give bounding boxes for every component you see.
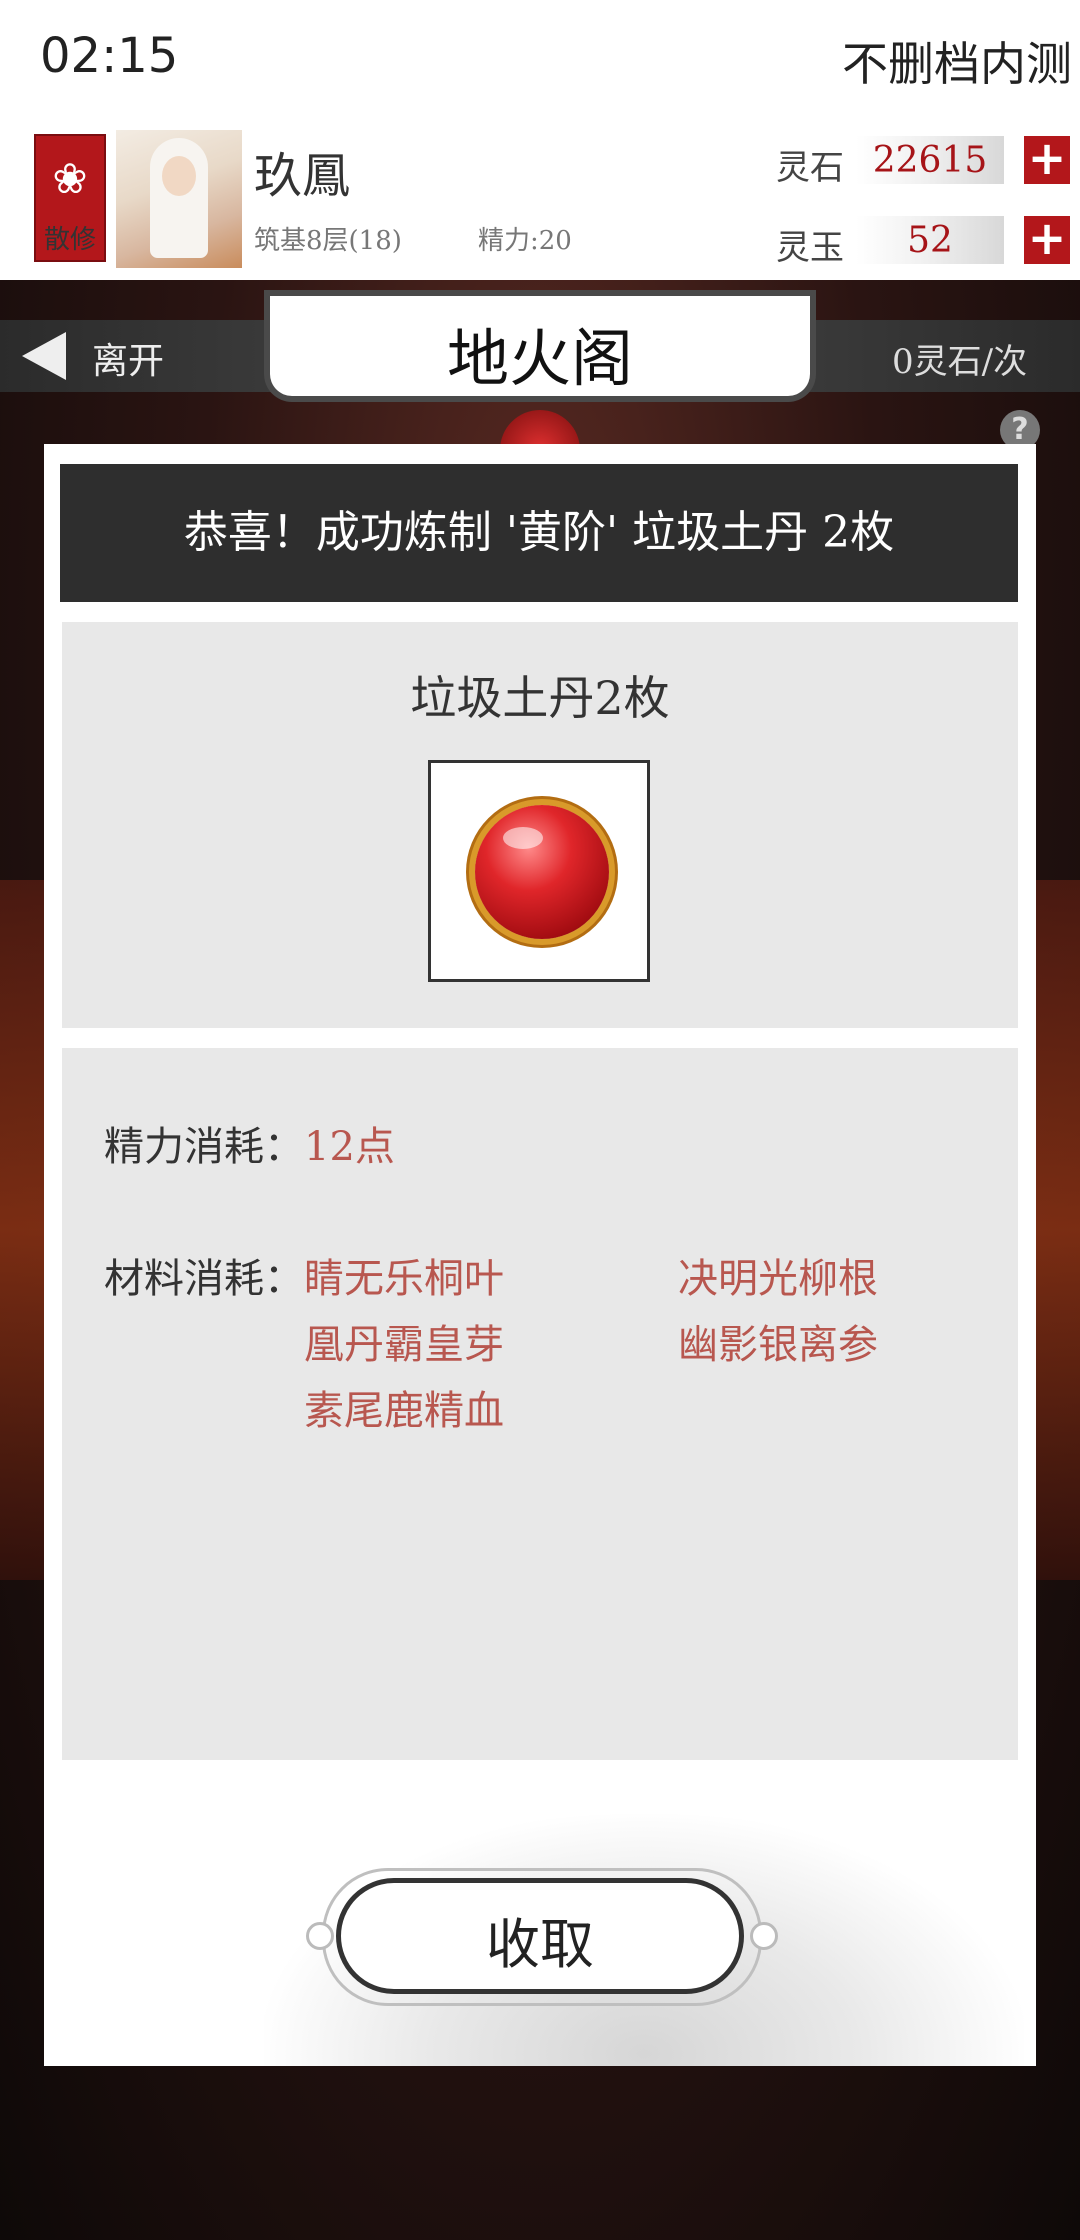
player-name: 玖鳳 bbox=[254, 148, 351, 204]
page-title: 地火阁 bbox=[446, 322, 633, 395]
player-header: ❀ 散修 玖鳳 筑基8层(18) 精力:20 灵石 22615 + 灵玉 52 … bbox=[0, 120, 1080, 280]
material-item: 素尾鹿精血 bbox=[304, 1388, 504, 1434]
pill-shine bbox=[503, 827, 543, 849]
item-slot[interactable] bbox=[428, 760, 650, 982]
sect-badge[interactable]: ❀ 散修 bbox=[34, 134, 106, 262]
leave-button[interactable]: 离开 bbox=[0, 320, 280, 392]
item-title: 垃圾土丹2枚 bbox=[410, 671, 670, 725]
currency-value: 52 bbox=[907, 220, 953, 261]
cost-display: 0灵石/次 bbox=[800, 320, 1080, 392]
clock: 02:15 bbox=[40, 28, 179, 84]
cost-label: 0灵石/次 bbox=[892, 342, 1028, 382]
collect-button[interactable]: 收取 bbox=[306, 1868, 778, 2006]
collect-button-ornament bbox=[750, 1922, 778, 1950]
avatar[interactable] bbox=[116, 130, 242, 268]
add-spirit-jade-button[interactable]: + bbox=[1024, 215, 1070, 264]
materials-label: 材料消耗： bbox=[104, 1256, 304, 1302]
build-label: 不删档内测 bbox=[842, 37, 1072, 91]
energy-cost-value: 12点 bbox=[304, 1124, 395, 1170]
title-bar: 离开 0灵石/次 地火阁 bbox=[0, 282, 1080, 396]
add-spirit-stone-button[interactable]: + bbox=[1024, 135, 1070, 184]
lotus-icon: ❀ bbox=[52, 154, 88, 203]
consumption-panel: 精力消耗： 12点 材料消耗： 睛无乐桐叶 决明光柳根 凰丹霸皇芽 幽影银离参 … bbox=[62, 1048, 1018, 1760]
page-title-plate: 地火阁 bbox=[270, 296, 810, 396]
energy-cost-label: 精力消耗： bbox=[104, 1124, 304, 1170]
status-bar: 02:15 不删档内测 bbox=[0, 0, 1080, 120]
collect-button-ornament bbox=[306, 1922, 334, 1950]
sect-badge-label: 散修 bbox=[43, 225, 96, 255]
avatar-face bbox=[162, 156, 196, 196]
currency-spirit-stone: 灵石 22615 + bbox=[776, 134, 1076, 188]
back-arrow-icon bbox=[22, 332, 66, 380]
craft-result-dialog: 恭喜！成功炼制 '黄阶' 垃圾土丹 2枚 垃圾土丹2枚 精力消耗： 12点 材料… bbox=[44, 444, 1036, 2066]
material-item: 幽影银离参 bbox=[678, 1322, 878, 1368]
collect-button-label: 收取 bbox=[486, 1913, 594, 1976]
leave-label: 离开 bbox=[92, 341, 165, 382]
currency-label: 灵玉 bbox=[776, 228, 844, 268]
result-item-panel: 垃圾土丹2枚 bbox=[62, 622, 1018, 1028]
material-item: 凰丹霸皇芽 bbox=[304, 1322, 504, 1368]
currency-label: 灵石 bbox=[776, 148, 844, 188]
currency-spirit-jade: 灵玉 52 + bbox=[776, 214, 1076, 268]
scene-glow-right bbox=[1030, 880, 1080, 1580]
material-item: 睛无乐桐叶 bbox=[304, 1256, 504, 1302]
success-banner: 恭喜！成功炼制 '黄阶' 垃圾土丹 2枚 bbox=[60, 464, 1018, 602]
player-energy: 精力:20 bbox=[478, 226, 572, 256]
material-item: 决明光柳根 bbox=[678, 1256, 878, 1302]
pill-icon bbox=[475, 805, 609, 939]
currency-value: 22615 bbox=[872, 140, 988, 181]
player-realm: 筑基8层(18) bbox=[254, 226, 402, 256]
